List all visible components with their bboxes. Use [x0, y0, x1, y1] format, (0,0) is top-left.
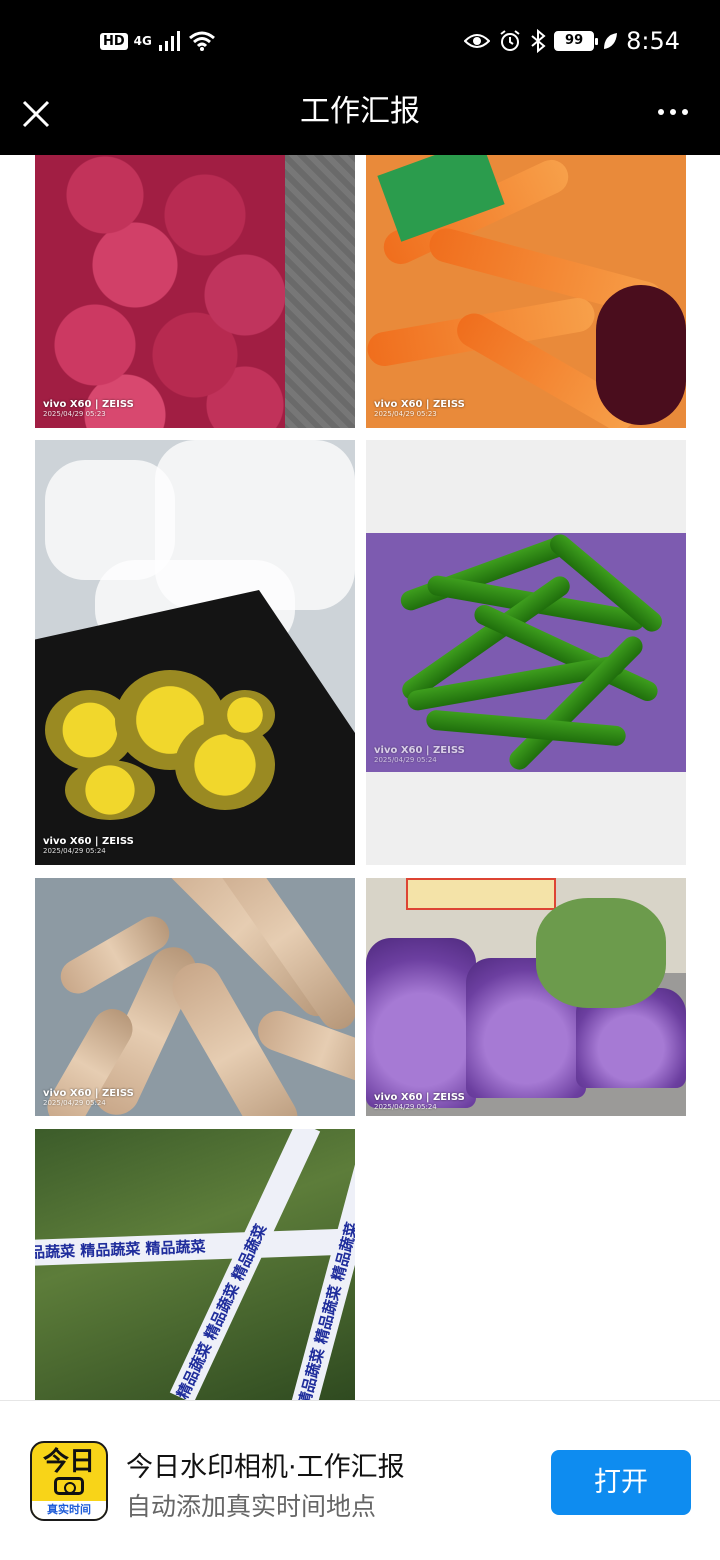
page-title: 工作汇报	[300, 94, 420, 129]
camera-icon	[54, 1477, 84, 1495]
watermark-brand: vivo X60 | ZEISS	[43, 836, 134, 847]
watermark-date: 2025/04/29 05:23	[374, 410, 437, 418]
bluetooth-icon	[531, 29, 546, 53]
photo-pickled-vegetables[interactable]: vivo X60 | ZEISS 2025/04/29 05:24	[35, 440, 355, 865]
photo-watermark: vivo X60 | ZEISS 2025/04/29 05:23	[374, 399, 465, 418]
battery-icon: 99	[554, 31, 599, 51]
watermark-date: 2025/04/29 05:23	[43, 410, 106, 418]
photo-watermark: vivo X60 | ZEISS 2025/04/29 05:23	[43, 399, 134, 418]
watermark-date: 2025/04/29 05:24	[374, 1103, 437, 1111]
leaf-icon	[604, 33, 618, 49]
photo-purple-bags[interactable]: vivo X60 | ZEISS 2025/04/29 05:24	[366, 878, 686, 1116]
signal-icon	[158, 31, 180, 51]
app-promo-banner: 今日 真实时间 今日水印相机·工作汇报 自动添加真实时间地点 打开	[0, 1400, 720, 1560]
photo-grid: vivo X60 | ZEISS 2025/04/29 05:23 vivo X…	[0, 155, 720, 1400]
watermark-brand: vivo X60 | ZEISS	[43, 399, 134, 410]
watermark-brand: vivo X60 | ZEISS	[374, 1092, 465, 1103]
eye-icon	[464, 34, 491, 48]
watermark-brand: vivo X60 | ZEISS	[43, 1088, 134, 1099]
app-description: 自动添加真实时间地点	[126, 1492, 377, 1521]
photo-watermark: vivo X60 | ZEISS 2025/04/29 05:24	[43, 1088, 134, 1107]
app-name: 今日水印相机·工作汇报	[126, 1452, 405, 1483]
watermark-date: 2025/04/29 05:24	[43, 847, 106, 855]
app-icon[interactable]: 今日 真实时间	[30, 1441, 108, 1521]
more-icon[interactable]	[658, 100, 688, 124]
alarm-icon	[500, 30, 520, 51]
photo-watermark: vivo X60 | ZEISS 2025/04/29 05:24	[374, 1092, 465, 1111]
photo-onions[interactable]: vivo X60 | ZEISS 2025/04/29 05:23	[35, 155, 355, 428]
watermark-brand: vivo X60 | ZEISS	[374, 399, 465, 410]
notice-sign	[406, 878, 556, 910]
produce-tape: 精品蔬菜 精品蔬菜 精品蔬菜	[35, 1227, 355, 1267]
watermark-brand: vivo X60 | ZEISS	[374, 745, 465, 756]
status-left: HD 4G	[100, 24, 216, 58]
open-button[interactable]: 打开	[551, 1450, 691, 1515]
watermark-date: 2025/04/29 05:24	[43, 1099, 106, 1107]
clock: 8:54	[626, 27, 680, 55]
photo-watermark: vivo X60 | ZEISS 2025/04/29 05:24	[374, 745, 465, 764]
produce-tape-vertical: 精品蔬菜 精品蔬菜 精品蔬菜	[169, 1129, 321, 1400]
network-type: 4G	[133, 34, 152, 48]
watermark-date: 2025/04/29 05:24	[374, 756, 437, 764]
status-right: 99 8:54	[464, 24, 680, 58]
nav-bar: 工作汇报	[0, 82, 720, 155]
photo-bundled-greens[interactable]: 精品蔬菜 精品蔬菜 精品蔬菜 精品蔬菜 精品蔬菜 精品蔬菜 精品蔬菜 精品蔬菜 …	[35, 1129, 355, 1400]
status-bar: HD 4G 99 8:54	[0, 0, 720, 82]
pepper-image	[366, 530, 686, 774]
photo-carrots[interactable]: vivo X60 | ZEISS 2025/04/29 05:23	[366, 155, 686, 428]
photo-watermark: vivo X60 | ZEISS 2025/04/29 05:24	[43, 836, 134, 855]
hd-badge: HD	[100, 32, 128, 50]
wifi-icon	[188, 31, 215, 51]
photo-green-peppers[interactable]: vivo X60 | ZEISS 2025/04/29 05:24	[366, 440, 686, 865]
onion-sack	[35, 155, 285, 428]
photo-yams[interactable]: vivo X60 | ZEISS 2025/04/29 05:24	[35, 878, 355, 1116]
app-icon-text: 今日	[42, 1447, 95, 1477]
app-icon-tag: 真实时间	[32, 1501, 106, 1519]
